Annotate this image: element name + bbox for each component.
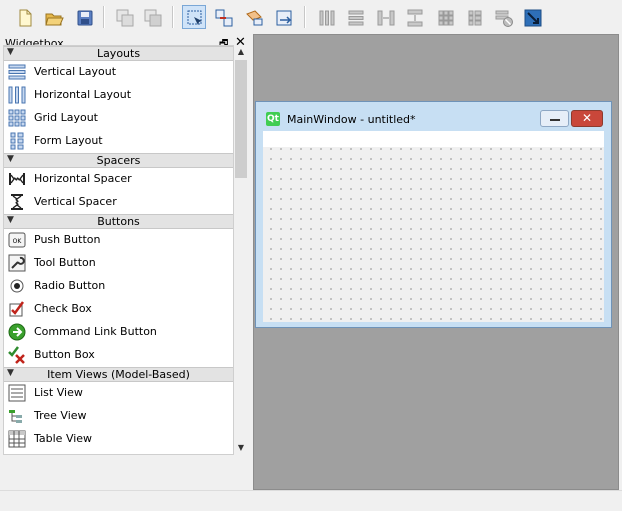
widget-item-list-view[interactable]: List View [4, 382, 233, 404]
toolbar-separator [304, 6, 306, 28]
vertical-layout-icon [8, 64, 26, 80]
list-view-icon [8, 384, 26, 402]
lay-out-vertically-icon[interactable] [343, 5, 367, 29]
category-label: Item Views (Model-Based) [47, 368, 190, 381]
widget-item-label: Push Button [34, 233, 101, 246]
widget-item-label: Grid Layout [34, 111, 98, 124]
form-canvas[interactable] [263, 131, 604, 322]
widget-item-label: List View [34, 386, 83, 399]
widget-item-horizontal-spacer[interactable]: Horizontal Spacer [4, 168, 233, 190]
widget-item-radio-button[interactable]: Radio Button [4, 275, 233, 297]
category-label: Buttons [97, 215, 140, 228]
widget-item-form-layout[interactable]: Form Layout [4, 130, 233, 152]
lay-out-horizontally-icon[interactable] [314, 5, 338, 29]
table-view-icon [8, 430, 26, 448]
lay-out-form-icon[interactable] [462, 5, 486, 29]
widget-item-label: Tree View [34, 409, 87, 422]
widget-item-label: Check Box [34, 302, 92, 315]
grid-layout-icon [8, 109, 26, 127]
tool-button-icon [8, 254, 26, 272]
lay-out-grid-icon[interactable] [433, 5, 457, 29]
form-layout-icon [10, 132, 24, 150]
vertical-spacer-icon [11, 194, 23, 210]
widget-item-grid-layout[interactable]: Grid Layout [4, 107, 233, 129]
widget-item-vertical-spacer[interactable]: Vertical Spacer [4, 191, 233, 213]
widget-list: ▼ Layouts Vertical Layout Horizontal Lay… [3, 45, 234, 455]
widget-item-tree-view[interactable]: Tree View [4, 405, 233, 427]
widget-item-label: Vertical Spacer [34, 195, 117, 208]
copy-icon[interactable] [112, 5, 136, 29]
category-buttons[interactable]: ▼ Buttons [4, 214, 233, 229]
lay-out-horizontal-splitter-icon[interactable] [373, 5, 397, 29]
widget-item-label: Command Link Button [34, 325, 157, 338]
widget-item-label: Tool Button [34, 256, 96, 269]
widget-item-command-link-button[interactable]: Command Link Button [4, 321, 233, 343]
toolbar-separator [103, 6, 105, 28]
category-layouts[interactable]: ▼ Layouts [4, 46, 233, 61]
minimize-icon [550, 119, 560, 121]
new-file-icon[interactable] [12, 5, 36, 29]
tree-view-icon [9, 410, 22, 423]
adjust-size-icon[interactable] [520, 5, 544, 29]
scroll-up-icon[interactable]: ▲ [234, 45, 248, 59]
form-window-title: MainWindow - untitled* [287, 113, 416, 126]
widget-item-label: Horizontal Spacer [34, 172, 132, 185]
lay-out-vertical-splitter-icon[interactable] [402, 5, 426, 29]
main-toolbar [0, 0, 622, 34]
edit-buddies-icon[interactable] [241, 5, 265, 29]
horizontal-spacer-icon [9, 173, 25, 185]
open-file-icon[interactable] [41, 5, 65, 29]
widget-item-vertical-layout[interactable]: Vertical Layout [4, 61, 233, 83]
category-label: Spacers [96, 154, 141, 167]
edit-tab-order-icon[interactable] [272, 5, 296, 29]
svg-text:OK: OK [13, 238, 23, 245]
scrollbar-thumb[interactable] [235, 60, 247, 178]
push-button-icon: OK [8, 232, 26, 248]
form-menu-bar[interactable] [263, 131, 604, 147]
qt-logo-icon: Qt [266, 112, 280, 126]
widget-item-label: Button Box [34, 348, 95, 361]
check-box-icon [9, 301, 25, 317]
category-label: Layouts [96, 47, 141, 60]
button-box-icon [8, 346, 25, 364]
widget-item-label: Form Layout [34, 134, 103, 147]
widget-list-scrollbar[interactable]: ▲ ▼ [234, 45, 248, 455]
widget-item-label: Horizontal Layout [34, 88, 132, 101]
break-layout-icon[interactable] [491, 5, 515, 29]
paste-icon[interactable] [140, 5, 164, 29]
toolbar-separator [172, 6, 174, 28]
status-bar [0, 490, 622, 511]
widget-item-horizontal-layout[interactable]: Horizontal Layout [4, 84, 233, 106]
main-window-form[interactable]: Qt MainWindow - untitled* ✕ [255, 101, 612, 328]
widget-item-table-view[interactable]: Table View [4, 428, 233, 450]
horizontal-layout-icon [8, 86, 26, 104]
widget-item-tool-button[interactable]: Tool Button [4, 252, 233, 274]
widget-item-button-box[interactable]: Button Box [4, 344, 233, 366]
widget-item-label: Radio Button [34, 279, 106, 292]
widget-item-check-box[interactable]: Check Box [4, 298, 233, 320]
scroll-down-icon[interactable]: ▼ [234, 441, 248, 455]
edit-signals-slots-icon[interactable] [211, 5, 235, 29]
edit-widgets-icon[interactable] [182, 5, 206, 29]
close-button[interactable]: ✕ [571, 110, 603, 127]
radio-button-icon [10, 279, 24, 293]
command-link-icon [8, 323, 26, 341]
category-item-views[interactable]: ▼ Item Views (Model-Based) [4, 367, 233, 382]
widget-item-label: Table View [34, 432, 93, 445]
widget-item-push-button[interactable]: OK Push Button [4, 229, 233, 251]
minimize-button[interactable] [540, 110, 569, 127]
category-spacers[interactable]: ▼ Spacers [4, 153, 233, 168]
widget-item-label: Vertical Layout [34, 65, 117, 78]
save-file-icon[interactable] [72, 5, 96, 29]
